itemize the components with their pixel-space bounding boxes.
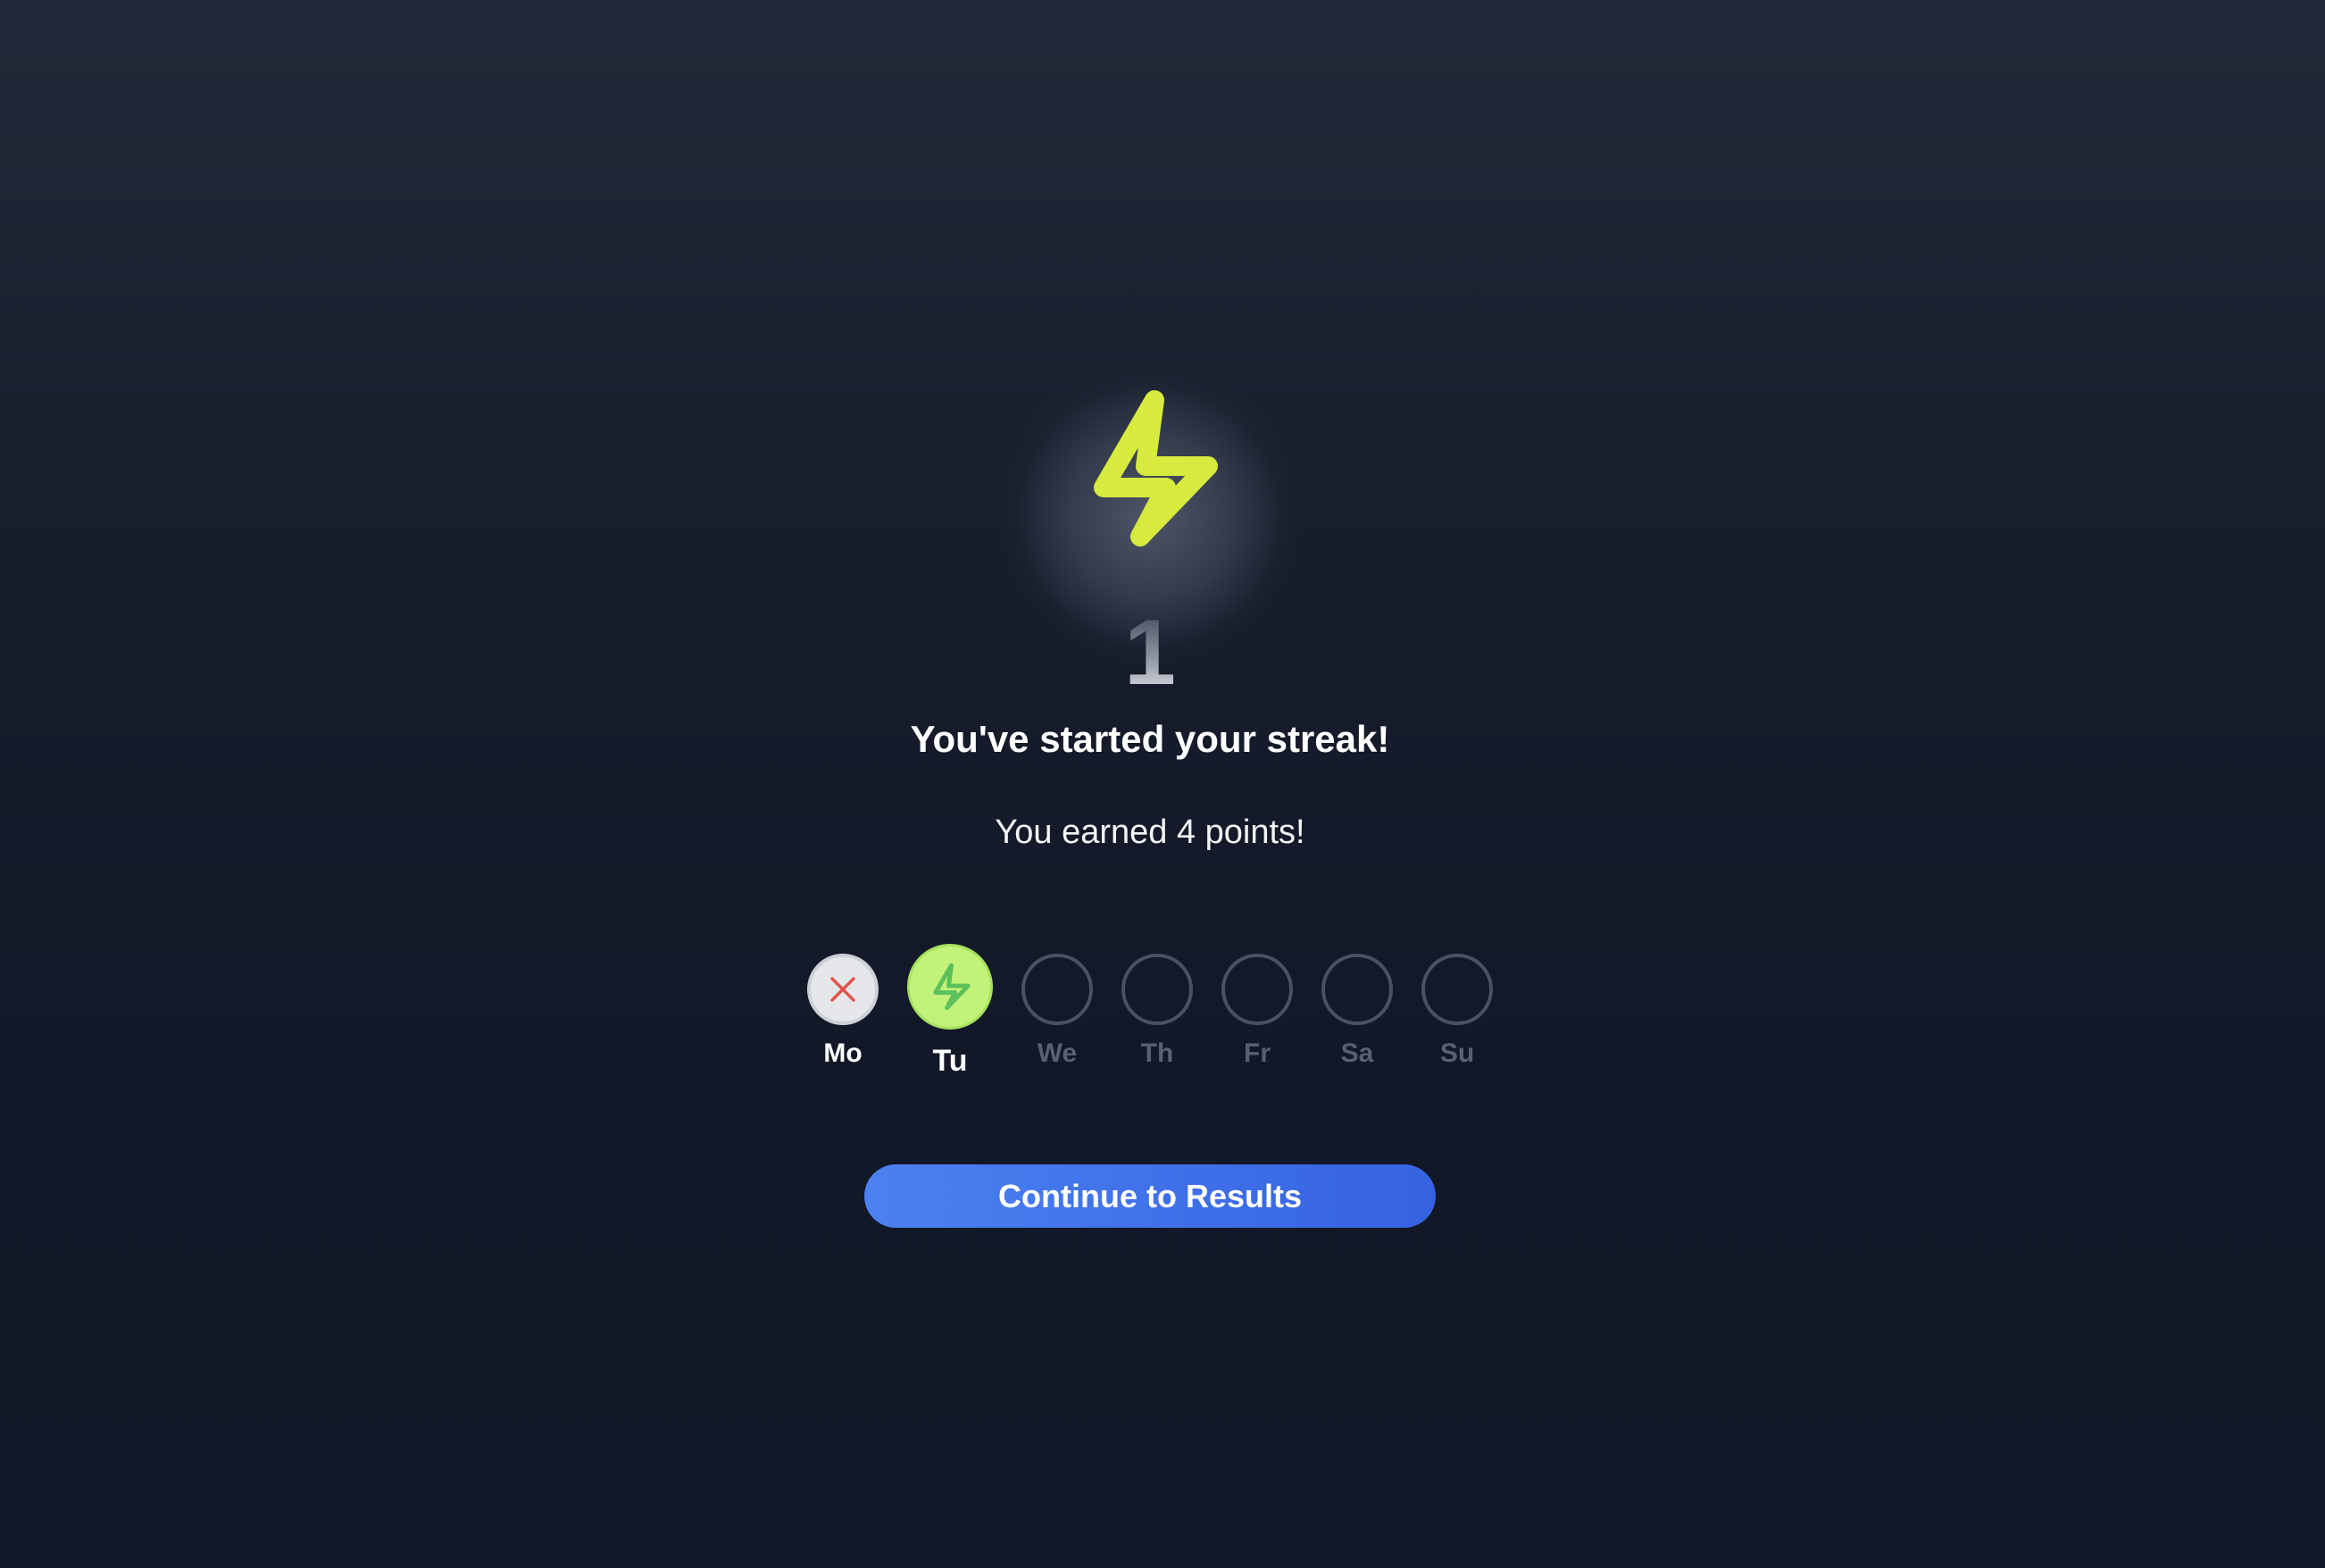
day-label: Fr [1244,1038,1271,1068]
day-label: Tu [932,1044,968,1078]
day-status-upcoming [1421,954,1493,1025]
day-status-upcoming [1021,954,1093,1025]
streak-title: You've started your streak! [910,718,1390,760]
streak-count: 1 [1061,604,1239,702]
day-label: Mo [823,1038,862,1068]
day-status-upcoming [1121,954,1193,1025]
close-icon [830,977,855,1002]
lightning-bolt-icon [933,963,971,1011]
day-status-upcoming [1221,954,1293,1025]
lightning-bolt-icon [1094,390,1218,546]
day-label: Su [1439,1038,1475,1068]
day-label: Sa [1340,1038,1374,1068]
day-status-missed [807,954,879,1025]
points-message: You earned 4 points! [995,813,1305,851]
day-label: We [1037,1038,1078,1068]
day-status-completed [907,944,993,1030]
streak-screen: 1 You've started your streak! You earned… [0,0,2325,1568]
continue-to-results-button[interactable]: Continue to Results [864,1164,1436,1228]
day-status-upcoming [1321,954,1393,1025]
day-label: Th [1140,1038,1174,1068]
